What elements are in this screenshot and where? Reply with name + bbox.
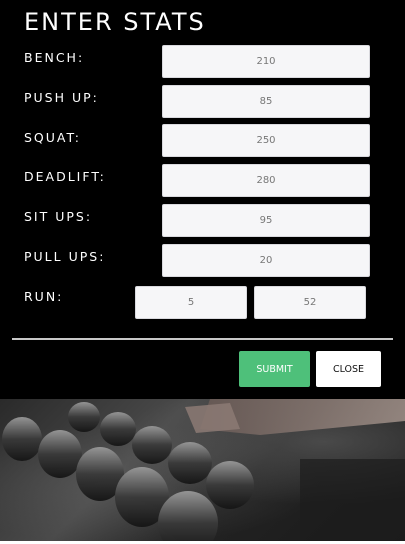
bench-input[interactable]: 210	[162, 45, 370, 78]
modal-title: ENTER STATS	[24, 8, 206, 36]
sit-ups-label: SIT UPS:	[24, 209, 93, 224]
gym-dumbbell-background-photo	[0, 399, 405, 541]
enter-stats-modal: ENTER STATS BENCH: 210 PUSH UP: 85 SQUAT…	[0, 0, 405, 399]
push-up-label: PUSH UP:	[24, 90, 99, 105]
submit-button[interactable]: SUBMIT	[239, 351, 310, 387]
bench-label: BENCH:	[24, 50, 85, 65]
push-up-input[interactable]: 85	[162, 85, 370, 118]
run-label: RUN:	[24, 289, 64, 304]
pull-ups-input[interactable]: 20	[162, 244, 370, 277]
sit-ups-input[interactable]: 95	[162, 204, 370, 237]
deadlift-label: DEADLIFT:	[24, 169, 106, 184]
deadlift-input[interactable]: 280	[162, 164, 370, 197]
squat-label: SQUAT:	[24, 130, 81, 145]
pull-ups-label: PULL UPS:	[24, 249, 106, 264]
run-minutes-input[interactable]: 5	[135, 286, 247, 319]
squat-input[interactable]: 250	[162, 124, 370, 157]
modal-divider	[12, 338, 393, 340]
run-seconds-input[interactable]: 52	[254, 286, 366, 319]
close-button[interactable]: CLOSE	[316, 351, 381, 387]
dumbbell-rack-image	[2, 399, 405, 541]
